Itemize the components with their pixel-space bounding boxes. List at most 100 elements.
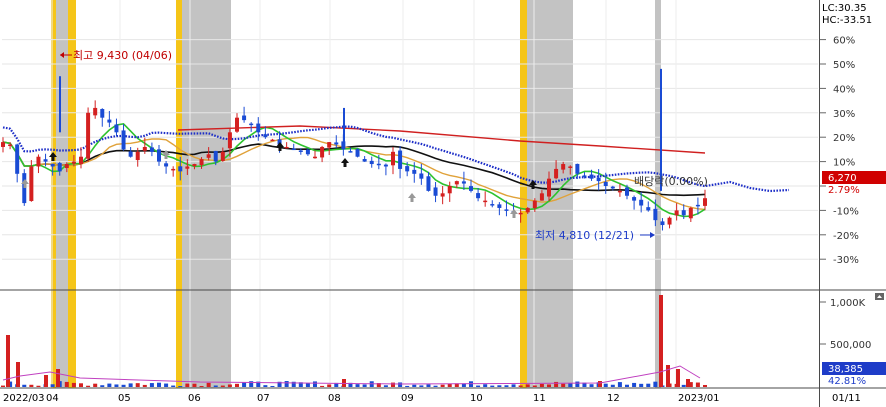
volume-bar bbox=[185, 383, 190, 387]
candle-body bbox=[242, 115, 247, 121]
volume-bar bbox=[220, 385, 225, 387]
candle-body bbox=[490, 204, 495, 206]
candle-body bbox=[433, 187, 438, 196]
volume-bar bbox=[440, 384, 445, 387]
candle-body bbox=[617, 190, 622, 193]
price-tick-label: -10% bbox=[833, 206, 859, 217]
candle-body bbox=[199, 159, 204, 166]
volume-bar bbox=[547, 384, 551, 387]
candle-body bbox=[327, 142, 332, 148]
high-annotation: 최고 9,430 (04/06) bbox=[60, 49, 172, 62]
candle-body bbox=[57, 163, 62, 172]
candle-body bbox=[575, 163, 580, 174]
candle-body bbox=[43, 159, 48, 162]
volume-bar bbox=[617, 382, 622, 387]
volume-tick-label: 1,000K bbox=[830, 298, 866, 309]
candle-body bbox=[461, 181, 466, 184]
stock-chart[interactable]: 60% 50% 40% 30% 20% 10% -10% -20% -30% 1,000K 50… bbox=[0, 0, 886, 407]
volume-bar bbox=[213, 385, 218, 387]
volume-bar bbox=[497, 385, 502, 387]
candle-body bbox=[121, 130, 126, 150]
volume-spike bbox=[666, 365, 670, 387]
volume-bar bbox=[632, 382, 637, 387]
candle-body bbox=[213, 150, 218, 162]
candle-body bbox=[589, 174, 594, 179]
current-volume-change: 42.81% bbox=[828, 376, 866, 387]
candle-body bbox=[86, 112, 91, 159]
candle-body bbox=[525, 207, 530, 213]
candle-body bbox=[29, 166, 34, 202]
volume-bar bbox=[681, 384, 686, 387]
candle-body bbox=[568, 166, 573, 168]
candle-body bbox=[235, 117, 239, 132]
volume-bar bbox=[178, 385, 183, 387]
volume-bar bbox=[64, 381, 69, 387]
dividend-label: 배당락(0.00%) bbox=[634, 175, 708, 188]
candle-body bbox=[398, 150, 403, 169]
candle-body bbox=[419, 173, 424, 179]
volume-bar bbox=[561, 383, 566, 387]
volume-bar bbox=[199, 385, 204, 387]
candle-body bbox=[36, 156, 41, 167]
candle-body bbox=[291, 148, 296, 151]
candle-body bbox=[383, 164, 388, 167]
candle-body bbox=[653, 208, 658, 221]
volume-bar bbox=[284, 381, 289, 387]
candle-body bbox=[107, 119, 112, 123]
current-price-change: 2.79% bbox=[828, 185, 860, 196]
volume-bar bbox=[554, 381, 559, 387]
candle-body bbox=[504, 209, 509, 211]
candle-body bbox=[497, 204, 502, 208]
price-tick-label: 20% bbox=[833, 133, 855, 144]
candle-body bbox=[305, 149, 310, 155]
volume-bar bbox=[391, 382, 395, 387]
volume-bar bbox=[135, 383, 140, 387]
yellow-band bbox=[520, 0, 527, 388]
candle-body bbox=[263, 134, 268, 138]
volume-bar bbox=[483, 384, 488, 387]
candle-body bbox=[639, 199, 644, 206]
volume-bar bbox=[383, 385, 388, 387]
volume-bar bbox=[192, 383, 197, 387]
candle-body bbox=[646, 207, 651, 211]
candle-body bbox=[412, 169, 417, 174]
candle-body bbox=[270, 139, 275, 142]
volume-tick-label: 500,000 bbox=[830, 340, 871, 351]
volume-bar bbox=[639, 383, 644, 387]
price-tick-label: 10% bbox=[833, 158, 855, 169]
x-tick-label: 10 bbox=[470, 393, 483, 404]
candle-body bbox=[447, 186, 452, 194]
candle-body bbox=[313, 156, 317, 159]
volume-bar bbox=[305, 383, 310, 387]
candle-body bbox=[610, 186, 615, 189]
candle-body bbox=[582, 175, 587, 177]
volume-bar bbox=[405, 385, 410, 387]
candle-body bbox=[561, 164, 566, 170]
volume-bar bbox=[327, 384, 332, 387]
x-tick-label: 07 bbox=[257, 393, 270, 404]
candle-body bbox=[220, 151, 225, 161]
volume-bar bbox=[603, 383, 608, 387]
volume-bar bbox=[426, 384, 431, 387]
x-tick-label: 08 bbox=[328, 393, 341, 404]
volume-bar bbox=[525, 384, 530, 387]
candle-body bbox=[695, 204, 700, 207]
candle-body bbox=[71, 161, 76, 164]
volume-bar bbox=[171, 385, 176, 387]
x-tick-label: 05 bbox=[118, 393, 131, 404]
candle-body bbox=[405, 166, 410, 172]
candle-body bbox=[391, 151, 395, 166]
candle-body bbox=[50, 163, 55, 167]
volume-bar bbox=[86, 385, 91, 387]
volume-bar bbox=[646, 383, 651, 387]
candle-body bbox=[532, 200, 537, 209]
volume-bar bbox=[539, 383, 544, 387]
volume-bar bbox=[703, 384, 707, 387]
volume-bar bbox=[157, 382, 161, 387]
volume-bar bbox=[695, 382, 700, 387]
volume-bar bbox=[149, 383, 154, 387]
volume-bar bbox=[29, 384, 34, 387]
candle-body bbox=[334, 142, 339, 145]
candle-body bbox=[256, 123, 261, 133]
candle-body bbox=[667, 217, 672, 225]
